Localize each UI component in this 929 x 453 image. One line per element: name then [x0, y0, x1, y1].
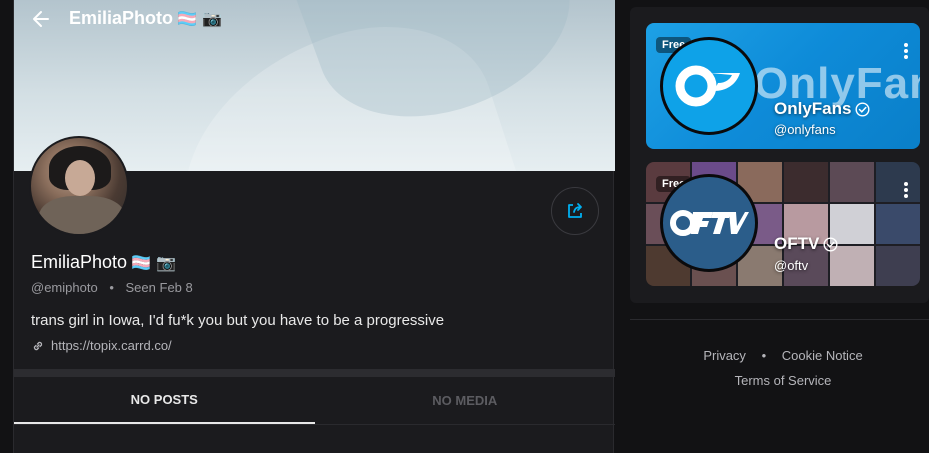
suggestion-handle: @onlyfans	[774, 122, 836, 137]
privacy-link[interactable]: Privacy	[703, 348, 746, 363]
suggestions-panel: OnlyFans Free OnlyFans @onlyfans	[630, 7, 929, 303]
more-options-icon[interactable]	[904, 182, 908, 198]
content-tabs: NO POSTS NO MEDIA	[14, 377, 615, 425]
suggestion-card-oftv[interactable]: Free OFTV @oftv	[646, 162, 920, 286]
top-bar: EmiliaPhoto 🏳️‍⚧️ 📷	[14, 0, 615, 36]
verified-icon	[855, 101, 870, 117]
suggestion-name: OnlyFans	[774, 99, 870, 119]
avatar-body	[39, 196, 125, 234]
profile-page: EmiliaPhoto 🏳️‍⚧️ 📷 EmiliaPhoto 🏳️‍⚧️ 📷 …	[0, 0, 929, 453]
seen-date: Feb 8	[159, 280, 193, 295]
suggestion-name-text: OFTV	[774, 234, 820, 253]
display-name-text: EmiliaPhoto	[31, 252, 128, 272]
verified-icon	[823, 236, 838, 252]
cookie-notice-link[interactable]: Cookie Notice	[782, 348, 863, 363]
seen-label: Seen	[125, 280, 156, 295]
profile-handle: @emiphoto	[31, 280, 98, 295]
section-divider	[14, 369, 615, 377]
display-name-emojis: 🏳️‍⚧️ 📷	[131, 253, 176, 272]
main-column: EmiliaPhoto 🏳️‍⚧️ 📷 EmiliaPhoto 🏳️‍⚧️ 📷 …	[13, 0, 615, 453]
back-arrow-icon[interactable]	[31, 9, 51, 29]
onlyfans-logo-icon	[660, 37, 758, 135]
oftv-logo-icon	[660, 174, 758, 272]
link-icon	[33, 341, 43, 350]
sidebar-divider	[630, 319, 929, 320]
header-title-text: EmiliaPhoto	[69, 8, 174, 28]
share-icon	[568, 203, 582, 218]
terms-link[interactable]: Terms of Service	[735, 373, 832, 388]
separator-dot: •	[109, 280, 114, 295]
suggestion-name-text: OnlyFans	[774, 99, 852, 118]
profile-meta: @emiphoto • Seen Feb 8	[31, 280, 193, 295]
suggestion-card-onlyfans[interactable]: OnlyFans Free OnlyFans @onlyfans	[646, 23, 920, 149]
suggestion-name: OFTV	[774, 234, 838, 254]
header-emojis: 🏳️‍⚧️ 📷	[177, 9, 222, 28]
profile-link[interactable]: https://topix.carrd.co/	[31, 338, 172, 353]
profile-display-name: EmiliaPhoto 🏳️‍⚧️ 📷	[31, 252, 176, 273]
separator-dot: •	[761, 348, 767, 363]
footer-links: Privacy • Cookie Notice Terms of Service	[630, 343, 929, 393]
tab-media[interactable]: NO MEDIA	[315, 377, 616, 424]
profile-link-text[interactable]: https://topix.carrd.co/	[51, 338, 172, 353]
share-button[interactable]	[551, 187, 599, 235]
avatar[interactable]	[29, 136, 129, 236]
avatar-face	[65, 160, 95, 196]
profile-bio: trans girl in Iowa, I'd fu*k you but you…	[31, 312, 445, 329]
suggestion-handle: @oftv	[774, 258, 809, 273]
tab-posts[interactable]: NO POSTS	[14, 377, 315, 424]
header-title: EmiliaPhoto 🏳️‍⚧️ 📷	[69, 8, 222, 29]
more-options-icon[interactable]	[904, 43, 908, 59]
